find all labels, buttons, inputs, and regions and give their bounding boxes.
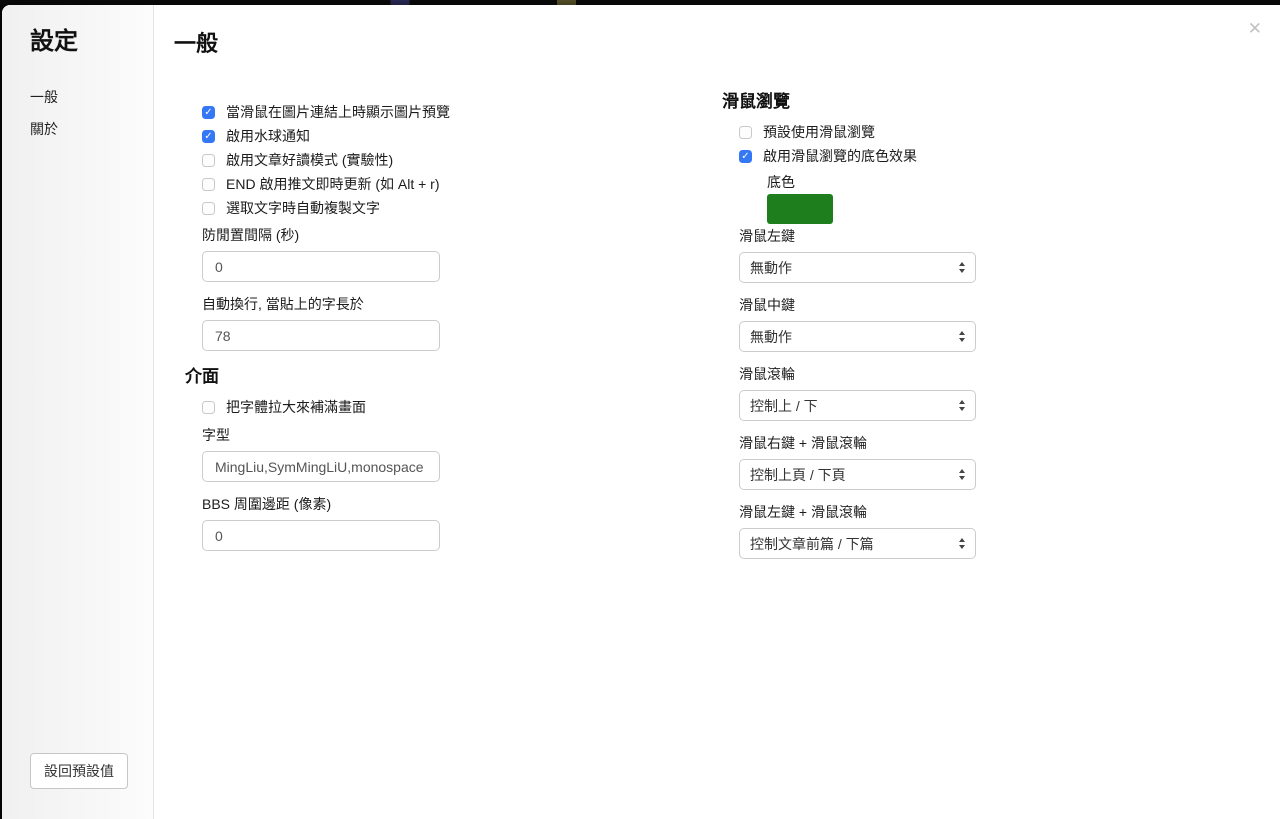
font-family-input[interactable] [202,451,440,482]
bbs-margin-input[interactable] [202,520,440,551]
checkbox-label: 啟用水球通知 [226,128,310,144]
settings-content: ✕ 一般 當滑鼠在圖片連結上時顯示圖片預覽 啟用水球通知 啟用文章好讀模式 (實… [154,5,1280,819]
select-group-mouse-wheel: 滑鼠滾輪 控制上 / 下 [722,364,992,421]
checkbox-row-reader-mode[interactable]: 啟用文章好讀模式 (實驗性) [202,148,455,172]
checkbox-label: 預設使用滑鼠瀏覽 [763,124,875,140]
checkbox[interactable] [202,129,215,143]
select-label: 滑鼠左鍵 [739,228,795,244]
word-wrap-input[interactable] [202,320,440,351]
section-title-interface: 介面 [185,367,219,386]
mouse-browsing-column: 滑鼠瀏覽 預設使用滑鼠瀏覽 啟用滑鼠瀏覽的底色效果 底色 滑鼠左鍵 無動作 滑鼠… [722,90,992,559]
checkbox-row-stretch-font[interactable]: 把字體拉大來補滿畫面 [202,395,455,419]
highlight-color-label: 底色 [767,174,795,190]
checkbox-row-image-preview[interactable]: 當滑鼠在圖片連結上時顯示圖片預覽 [202,100,455,124]
select-value: 無動作 [750,328,792,345]
checkbox[interactable] [202,153,215,167]
reset-defaults-button[interactable]: 設回預設值 [30,753,128,789]
sidebar-item-general[interactable]: 一般 [2,81,153,113]
select-arrows-icon [959,400,965,411]
mouse-wheel-select[interactable]: 控制上 / 下 [739,390,976,421]
checkbox-label: 啟用文章好讀模式 (實驗性) [226,152,394,168]
checkbox[interactable] [202,177,215,191]
select-arrows-icon [959,538,965,549]
checkbox-row-mouse-browsing-highlight[interactable]: 啟用滑鼠瀏覽的底色效果 [739,144,992,168]
sidebar-nav: 一般 關於 [2,81,153,145]
select-group-mouse-left: 滑鼠左鍵 無動作 [722,226,992,283]
mouse-left-select[interactable]: 無動作 [739,252,976,283]
select-label: 滑鼠左鍵 + 滑鼠滾輪 [739,504,867,520]
sidebar: 設定 一般 關於 設回預設值 [2,5,154,819]
sidebar-title: 設定 [30,28,78,55]
settings-dialog: 設定 一般 關於 設回預設值 ✕ 一般 當滑鼠在圖片連結上時顯示圖片預覽 啟用水… [2,5,1280,819]
highlight-color-swatch[interactable] [767,194,833,224]
general-settings-column: 當滑鼠在圖片連結上時顯示圖片預覽 啟用水球通知 啟用文章好讀模式 (實驗性) E… [185,100,455,551]
field-anti-idle: 防閒置間隔 (秒) [185,225,455,282]
select-value: 控制上 / 下 [750,397,818,414]
select-group-right-plus-wheel: 滑鼠右鍵 + 滑鼠滾輪 控制上頁 / 下頁 [722,433,992,490]
checkbox-label: 當滑鼠在圖片連結上時顯示圖片預覽 [226,104,450,120]
select-arrows-icon [959,262,965,273]
checkbox-label: END 啟用推文即時更新 (如 Alt + r) [226,176,440,192]
checkbox[interactable] [202,201,215,215]
field-label: 自動換行, 當貼上的字長於 [202,296,364,312]
checkbox[interactable] [739,149,752,163]
checkbox[interactable] [739,125,752,139]
select-arrows-icon [959,331,965,342]
select-label: 滑鼠右鍵 + 滑鼠滾輪 [739,435,867,451]
checkbox[interactable] [202,105,215,119]
checkbox[interactable] [202,400,215,414]
field-label: 字型 [202,427,230,443]
checkbox-label: 啟用滑鼠瀏覽的底色效果 [763,148,917,164]
mouse-middle-select[interactable]: 無動作 [739,321,976,352]
select-value: 控制上頁 / 下頁 [750,466,846,483]
checkbox-label: 把字體拉大來補滿畫面 [226,399,366,415]
checkbox-row-auto-copy[interactable]: 選取文字時自動複製文字 [202,196,455,220]
right-plus-wheel-select[interactable]: 控制上頁 / 下頁 [739,459,976,490]
checkbox-row-waterball-notify[interactable]: 啟用水球通知 [202,124,455,148]
select-group-mouse-middle: 滑鼠中鍵 無動作 [722,295,992,352]
select-label: 滑鼠中鍵 [739,297,795,313]
close-icon[interactable]: ✕ [1248,20,1262,37]
select-group-left-plus-wheel: 滑鼠左鍵 + 滑鼠滾輪 控制文章前篇 / 下篇 [722,502,992,559]
anti-idle-input[interactable] [202,251,440,282]
checkbox-label: 選取文字時自動複製文字 [226,200,380,216]
page-title: 一般 [174,31,219,56]
select-value: 控制文章前篇 / 下篇 [750,535,874,552]
field-label: BBS 周圍邊距 (像素) [202,496,332,512]
field-word-wrap: 自動換行, 當貼上的字長於 [185,294,455,351]
select-arrows-icon [959,469,965,480]
left-plus-wheel-select[interactable]: 控制文章前篇 / 下篇 [739,528,976,559]
sidebar-item-about[interactable]: 關於 [2,113,153,145]
section-title-mouse-browsing: 滑鼠瀏覽 [722,92,790,111]
checkbox-row-live-push-update[interactable]: END 啟用推文即時更新 (如 Alt + r) [202,172,455,196]
checkbox-row-mouse-browsing-default[interactable]: 預設使用滑鼠瀏覽 [739,120,992,144]
select-label: 滑鼠滾輪 [739,366,795,382]
field-bbs-margin: BBS 周圍邊距 (像素) [185,494,455,551]
field-font-family: 字型 [185,425,455,482]
field-label: 防閒置間隔 (秒) [202,227,300,243]
select-value: 無動作 [750,259,792,276]
